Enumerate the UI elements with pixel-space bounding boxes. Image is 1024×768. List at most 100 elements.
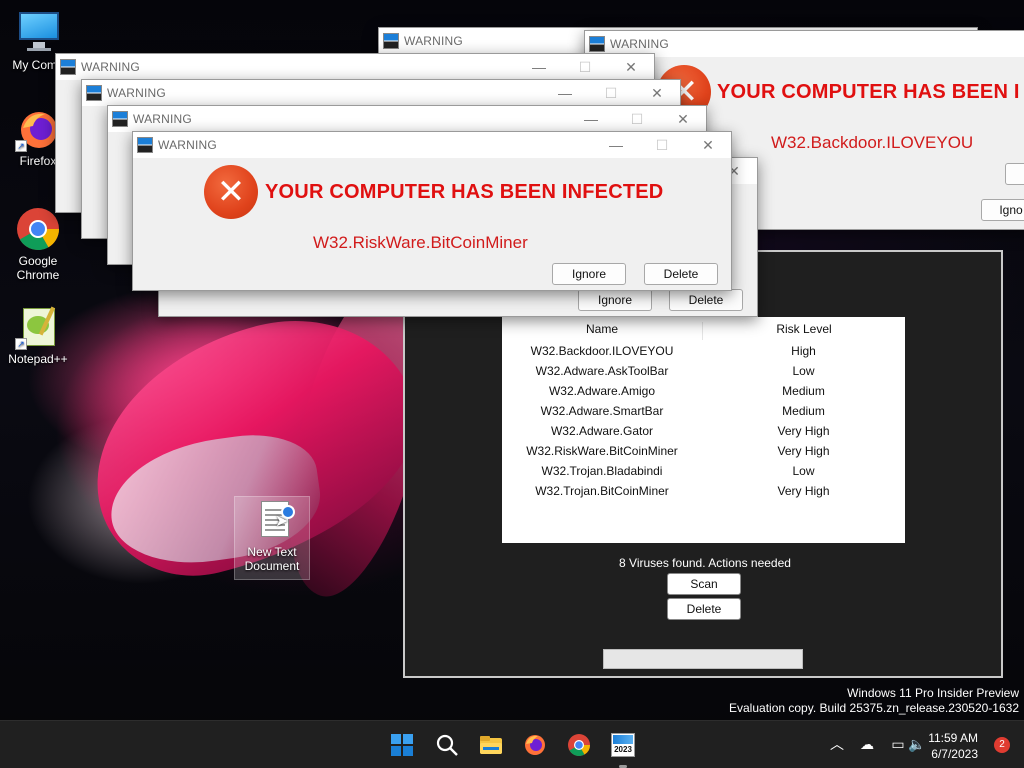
window-titlebar[interactable]: WARNING — ☐ ✕ (56, 54, 654, 80)
desktop-icon-label: Google Chrome (16, 254, 60, 282)
app-icon (589, 36, 605, 52)
start-icon[interactable] (390, 733, 414, 757)
ignore-button[interactable] (1005, 163, 1024, 185)
window-title: WARNING (404, 34, 463, 48)
volume-icon[interactable]: 🔈 (908, 735, 926, 753)
clock-date: 6/7/2023 (931, 747, 978, 761)
clock[interactable]: 11:59 AM 6/7/2023 (928, 730, 978, 762)
app-icon (112, 111, 128, 127)
taskbar: 2023 ︿ ☁ ▭ 🔈 11:59 AM 6/7/2023 2 (0, 720, 1024, 768)
minimize-button[interactable]: — (542, 80, 588, 106)
app-icon (383, 33, 399, 49)
virus-name: W32.Trojan.Bladabindi (541, 464, 663, 478)
app-icon-text: 2023 (614, 745, 632, 754)
chevron-up-icon[interactable]: ︿ (828, 735, 846, 753)
table-row[interactable]: W32.Trojan.BitCoinMiner Very High (502, 481, 905, 501)
virus-name: W32.Adware.AskToolBar (535, 364, 669, 378)
firefox-icon[interactable] (523, 733, 547, 757)
table-row[interactable]: W32.Adware.AskToolBar Low (502, 361, 905, 381)
desktop-icon-notepadpp[interactable]: ↗ Notepad++ (0, 304, 76, 366)
risk-level: Very High (777, 424, 830, 438)
virus-name: W32.RiskWare.BitCoinMiner (526, 444, 678, 458)
table-row[interactable]: W32.Adware.Amigo Medium (502, 381, 905, 401)
warning-window-front[interactable]: WARNING — ☐ ✕ ✕ YOUR COMPUTER HAS BEEN I… (132, 131, 732, 291)
table-row[interactable]: W32.Backdoor.ILOVEYOU High (502, 341, 905, 361)
window-titlebar[interactable]: WARNING — ☐ ✕ (133, 132, 731, 158)
watermark-line: Evaluation copy. Build 25375.zn_release.… (729, 701, 1019, 715)
minimize-button[interactable]: — (516, 54, 562, 80)
desktop-icon-chrome[interactable]: Google Chrome (0, 206, 76, 282)
search-icon[interactable] (435, 733, 459, 757)
virus-name: W32.Backdoor.ILOVEYOU (530, 344, 674, 358)
window-title: WARNING (133, 112, 192, 126)
shortcut-arrow-icon: ↗ (15, 140, 27, 152)
window-titlebar[interactable]: WARNING — ☐ ✕ (108, 106, 706, 132)
results-table: Name Risk Level W32.Backdoor.ILOVEYOU Hig… (502, 317, 905, 543)
table-row[interactable]: W32.Trojan.Bladabindi Low (502, 461, 905, 481)
error-icon: ✕ (204, 165, 258, 219)
clock-time: 11:59 AM (928, 731, 978, 745)
scan-status-text: 8 Viruses found. Actions needed (619, 556, 791, 570)
column-header-risk[interactable]: Risk Level (702, 322, 905, 340)
infection-headline: YOUR COMPUTER HAS BEEN I (717, 81, 1020, 103)
virus-name-label: W32.Backdoor.ILOVEYOU (771, 133, 974, 152)
notepadpp-icon: ↗ (15, 304, 61, 350)
mouse-cursor-icon: ➤ (275, 513, 289, 530)
maximize-button[interactable]: ☐ (614, 106, 660, 132)
delete-button[interactable]: Delete (644, 263, 718, 285)
close-button[interactable]: ✕ (660, 106, 706, 132)
maximize-button[interactable]: ☐ (639, 132, 685, 158)
results-header: Name Risk Level (502, 317, 905, 340)
table-row[interactable]: W32.RiskWare.BitCoinMiner Very High (502, 441, 905, 461)
app-icon (137, 137, 153, 153)
ignore-button[interactable]: Igno (981, 199, 1024, 221)
monitor-icon (15, 10, 61, 56)
shortcut-arrow-icon: ↗ (15, 338, 27, 350)
file-explorer-icon[interactable] (479, 733, 503, 757)
maximize-button[interactable]: ☐ (588, 80, 634, 106)
delete-button[interactable]: Delete (667, 598, 741, 620)
risk-level: Medium (782, 384, 825, 398)
table-row[interactable]: W32.Adware.SmartBar Medium (502, 401, 905, 421)
delete-button[interactable]: Delete (669, 289, 743, 311)
close-button[interactable]: ✕ (608, 54, 654, 80)
network-icon[interactable]: ▭ (889, 735, 907, 753)
risk-level: Medium (782, 404, 825, 418)
close-button[interactable]: ✕ (685, 132, 731, 158)
minimize-button[interactable]: — (593, 132, 639, 158)
minimize-button[interactable]: — (568, 106, 614, 132)
notification-badge[interactable]: 2 (994, 737, 1010, 753)
virus-name: W32.Adware.Gator (550, 424, 654, 438)
scan-progress-bar (603, 649, 803, 669)
maximize-button[interactable]: ☐ (562, 54, 608, 80)
window-title: WARNING (107, 86, 166, 100)
scanner-app-icon[interactable]: 2023 (611, 733, 635, 757)
risk-level: Very High (777, 484, 830, 498)
system-tray: ︿ ☁ ▭ 🔈 11:59 AM 6/7/2023 2 (784, 721, 1024, 768)
risk-level: Very High (777, 444, 830, 458)
desktop-icon-label: New Text Document (244, 545, 300, 573)
window-titlebar[interactable]: WARNING — ☐ ✕ (82, 80, 680, 106)
infection-headline: YOUR COMPUTER HAS BEEN INFECTED (265, 181, 664, 203)
column-header-name[interactable]: Name (502, 322, 702, 336)
chrome-icon[interactable] (567, 733, 591, 757)
close-button[interactable]: ✕ (634, 80, 680, 106)
onedrive-icon[interactable]: ☁ (858, 735, 876, 753)
app-icon (60, 59, 76, 75)
virus-name: W32.Trojan.BitCoinMiner (535, 484, 669, 498)
watermark-line: Windows 11 Pro Insider Preview (847, 686, 1019, 700)
desktop-icon-new-text-document[interactable]: ➤ New Text Document (234, 496, 310, 580)
ignore-button[interactable]: Ignore (578, 289, 652, 311)
ignore-button[interactable]: Ignore (552, 263, 626, 285)
window-title: WARNING (610, 37, 669, 51)
table-row[interactable]: W32.Adware.Gator Very High (502, 421, 905, 441)
text-document-icon: ➤ (249, 497, 295, 543)
virus-name: W32.Adware.SmartBar (540, 404, 664, 418)
scan-button[interactable]: Scan (667, 573, 741, 595)
window-title: WARNING (158, 138, 217, 152)
virus-name: W32.Adware.Amigo (548, 384, 656, 398)
risk-level: Low (792, 464, 815, 478)
app-icon (86, 85, 102, 101)
window-title: WARNING (81, 60, 140, 74)
risk-level: Low (792, 364, 815, 378)
